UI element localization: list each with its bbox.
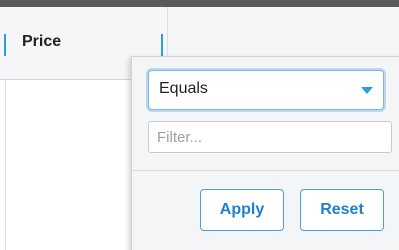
grid-filter-screen: Price Equals Apply Reset <box>0 0 399 250</box>
top-border <box>0 0 399 7</box>
filter-text-input[interactable] <box>148 121 392 153</box>
reset-button[interactable]: Reset <box>300 189 384 231</box>
column-filter-menu: Equals Apply Reset <box>131 56 399 250</box>
grid-column-line <box>5 80 6 250</box>
caret-down-icon <box>361 87 373 94</box>
filter-condition-select[interactable]: Equals <box>148 70 384 110</box>
column-resize-handle-right[interactable] <box>161 34 163 56</box>
apply-button[interactable]: Apply <box>200 189 284 231</box>
column-resize-handle-left[interactable] <box>4 34 6 56</box>
filter-menu-divider <box>132 170 399 171</box>
filter-condition-value: Equals <box>159 80 208 97</box>
column-header-label: Price <box>22 33 62 50</box>
